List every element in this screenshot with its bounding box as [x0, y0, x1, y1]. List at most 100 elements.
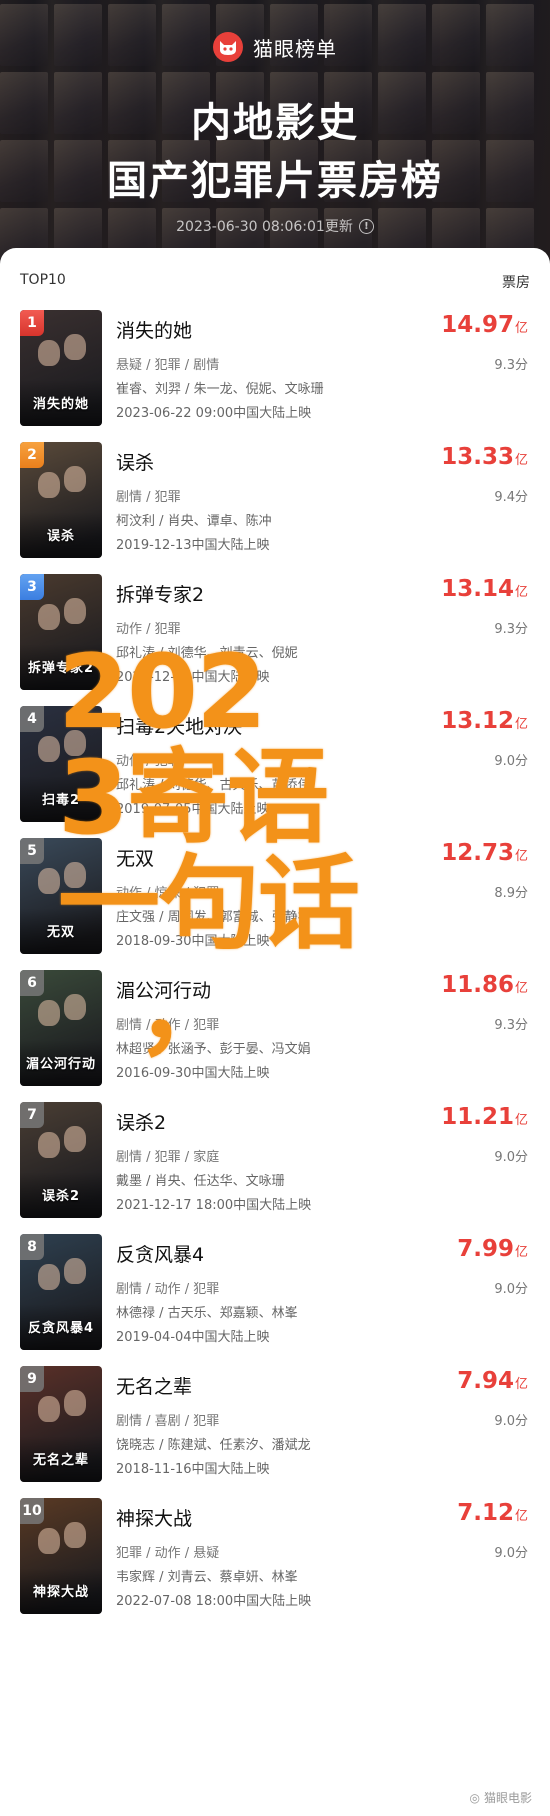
box-office-unit: 亿: [514, 453, 528, 468]
movie-genre: 动作 / 犯罪: [116, 754, 181, 769]
movie-title[interactable]: 反贪风暴4: [116, 1240, 204, 1267]
box-office-unit: 亿: [514, 321, 528, 336]
box-office-value: 13.33: [441, 444, 514, 470]
box-office-unit: 亿: [514, 1113, 528, 1128]
box-office-value: 11.86: [441, 972, 514, 998]
list-boxoffice-label: 票房: [502, 275, 530, 291]
movie-poster[interactable]: 拆弹专家2 3: [20, 574, 102, 690]
box-office: 7.12亿: [457, 1500, 528, 1526]
brand: 猫眼榜单: [0, 32, 550, 62]
chart-header: 猫眼榜单 内地影史 国产犯罪片票房榜 2023-06-30 08:06:01更新…: [0, 0, 550, 280]
movie-genre: 剧情 / 犯罪: [116, 490, 181, 505]
list-item[interactable]: 无双 5 无双 12.73亿 动作 / 惊悚 / 犯罪 8.9分 庄文强 / 周润发、郭富城…: [0, 838, 550, 970]
rank-badge: 10: [20, 1498, 44, 1524]
updated-time: 2023-06-30 08:06:01更新 !: [0, 216, 550, 236]
updated-time-text: 2023-06-30 08:06:01更新: [176, 219, 353, 235]
movie-title[interactable]: 误杀: [116, 448, 154, 475]
list-item[interactable]: 拆弹专家2 3 拆弹专家2 13.14亿 动作 / 犯罪 9.3分 邱礼涛 / 刘德华、刘青…: [0, 574, 550, 706]
movie-poster[interactable]: 消失的她 1: [20, 310, 102, 426]
box-office-value: 14.97: [441, 312, 514, 338]
movie-release: 2022-07-08 18:00中国大陆上映: [116, 1594, 312, 1609]
poster-figure: [38, 736, 60, 762]
box-office-value: 7.12: [457, 1500, 514, 1526]
rank-badge: 6: [20, 970, 44, 996]
movie-poster[interactable]: 扫毒2 4: [20, 706, 102, 822]
poster-figure: [38, 868, 60, 894]
box-office-unit: 亿: [514, 981, 528, 996]
poster-figure: [64, 730, 86, 756]
movie-score: 9.0分: [494, 1546, 528, 1561]
poster-title: 神探大战: [32, 1585, 89, 1600]
poster-figure: [64, 466, 86, 492]
movie-release: 2019-12-13中国大陆上映: [116, 538, 270, 553]
movie-title[interactable]: 扫毒2天地对决: [116, 712, 242, 739]
movie-genre: 犯罪 / 动作 / 悬疑: [116, 1546, 220, 1561]
poster-title: 拆弹专家2: [27, 661, 95, 676]
list-item[interactable]: 扫毒2 4 扫毒2天地对决 13.12亿动作 / 犯罪 9.0分邱礼涛 / 刘德华、古天…: [0, 706, 550, 838]
movie-cast: 戴墨 / 肖央、任达华、文咏珊: [116, 1174, 285, 1189]
box-office-value: 13.12: [441, 708, 514, 734]
movie-score: 9.0分: [494, 754, 528, 769]
list-item[interactable]: 反贪风暴4 8 反贪风暴4 7.99亿 剧情 / 动作 / 犯罪 9.0分 林德禄 / 古天…: [0, 1234, 550, 1366]
page-subtitle: 国产犯罪片票房榜: [107, 158, 443, 204]
list-top10-label: TOP10: [20, 272, 66, 288]
movie-cast: 崔睿、刘羿 / 朱一龙、倪妮、文咏珊: [116, 382, 324, 397]
movie-title[interactable]: 无名之辈: [116, 1372, 192, 1399]
maoyan-cat-logo-icon: [213, 32, 243, 62]
box-office: 13.12亿: [441, 708, 528, 734]
movie-release: 2023-06-22 09:00中国大陆上映: [116, 406, 312, 421]
movie-score: 9.0分: [494, 1282, 528, 1297]
box-office: 7.94亿: [457, 1368, 528, 1394]
movie-title[interactable]: 神探大战: [116, 1504, 192, 1531]
list-item[interactable]: 无名之辈 9 无名之辈 7.94亿 剧情 / 喜剧 / 犯罪 9.0分 饶晓志 / 陈建斌、…: [0, 1366, 550, 1498]
box-office-unit: 亿: [514, 1245, 528, 1260]
movie-title[interactable]: 湄公河行动: [116, 976, 211, 1003]
poster-title: 无双: [46, 925, 75, 940]
poster-figure: [38, 1528, 60, 1554]
rank-badge: 5: [20, 838, 44, 864]
poster-figure: [64, 598, 86, 624]
poster-figure: [64, 334, 86, 360]
movie-poster[interactable]: 湄公河行动 6: [20, 970, 102, 1086]
movie-poster[interactable]: 误杀2 7: [20, 1102, 102, 1218]
rank-badge: 4: [20, 706, 44, 732]
poster-figure: [38, 1396, 60, 1422]
movie-poster[interactable]: 误杀 2: [20, 442, 102, 558]
poster-figure: [64, 1126, 86, 1152]
movie-release: 2018-11-16中国大陆上映: [116, 1462, 270, 1477]
box-office-value: 13.14: [441, 576, 514, 602]
movie-genre: 剧情 / 动作 / 犯罪: [116, 1018, 220, 1033]
poster-figure: [64, 994, 86, 1020]
movie-title[interactable]: 误杀2: [116, 1108, 166, 1135]
box-office: 14.97亿: [441, 312, 528, 338]
movie-genre: 动作 / 惊悚 / 犯罪: [116, 886, 220, 901]
movie-cast: 林德禄 / 古天乐、郑嘉颖、林峯: [116, 1306, 298, 1321]
info-icon[interactable]: !: [358, 218, 374, 234]
movie-score: 8.9分: [494, 886, 528, 901]
movie-release: 2019-04-04中国大陆上映: [116, 1330, 270, 1345]
box-office-unit: 亿: [514, 585, 528, 600]
list-header: TOP10 票房: [20, 272, 530, 292]
list-item[interactable]: 误杀 2 误杀 13.33亿 剧情 / 犯罪 9.4分 柯汶利 / 肖央、谭卓、陈冲 2019…: [0, 442, 550, 574]
movie-title[interactable]: 拆弹专家2: [116, 580, 204, 607]
movie-release: 2021-12-17 18:00中国大陆上映: [116, 1198, 312, 1213]
movie-release: 2018-09-30中国大陆上映: [116, 934, 270, 949]
movie-cast: 邱礼涛 / 刘德华、古天乐、苗侨伟: [116, 778, 311, 793]
movie-title[interactable]: 无双: [116, 844, 154, 871]
rank-badge: 7: [20, 1102, 44, 1128]
list-item[interactable]: 神探大战 10 神探大战 7.12亿犯罪 / 动作 / 悬疑 9.0分韦家辉 / 刘青云…: [0, 1498, 550, 1630]
list-item[interactable]: 误杀2 7 误杀2 11.21亿 剧情 / 犯罪 / 家庭 9.0分 戴墨 / 肖央、任达华…: [0, 1102, 550, 1234]
list-item[interactable]: 湄公河行动 6 湄公河行动 11.86亿 剧情 / 动作 / 犯罪 9.3分 林超贤 / 张…: [0, 970, 550, 1102]
list-item[interactable]: 消失的她 1 消失的她 14.97亿 悬疑 / 犯罪 / 剧情 9.3分 崔睿、刘羿 / 朱…: [0, 310, 550, 442]
poster-title: 无名之辈: [32, 1453, 89, 1468]
movie-poster[interactable]: 反贪风暴4 8: [20, 1234, 102, 1350]
movie-poster[interactable]: 无双 5: [20, 838, 102, 954]
movie-genre: 剧情 / 犯罪 / 家庭: [116, 1150, 220, 1165]
movie-poster[interactable]: 无名之辈 9: [20, 1366, 102, 1482]
brand-name: 猫眼榜单: [253, 36, 337, 61]
movie-cast: 韦家辉 / 刘青云、蔡卓妍、林峯: [116, 1570, 298, 1585]
movie-cast: 林超贤 / 张涵予、彭于晏、冯文娟: [116, 1042, 311, 1057]
movie-poster[interactable]: 神探大战 10: [20, 1498, 102, 1614]
box-office: 11.21亿: [441, 1104, 528, 1130]
movie-title[interactable]: 消失的她: [116, 316, 192, 343]
